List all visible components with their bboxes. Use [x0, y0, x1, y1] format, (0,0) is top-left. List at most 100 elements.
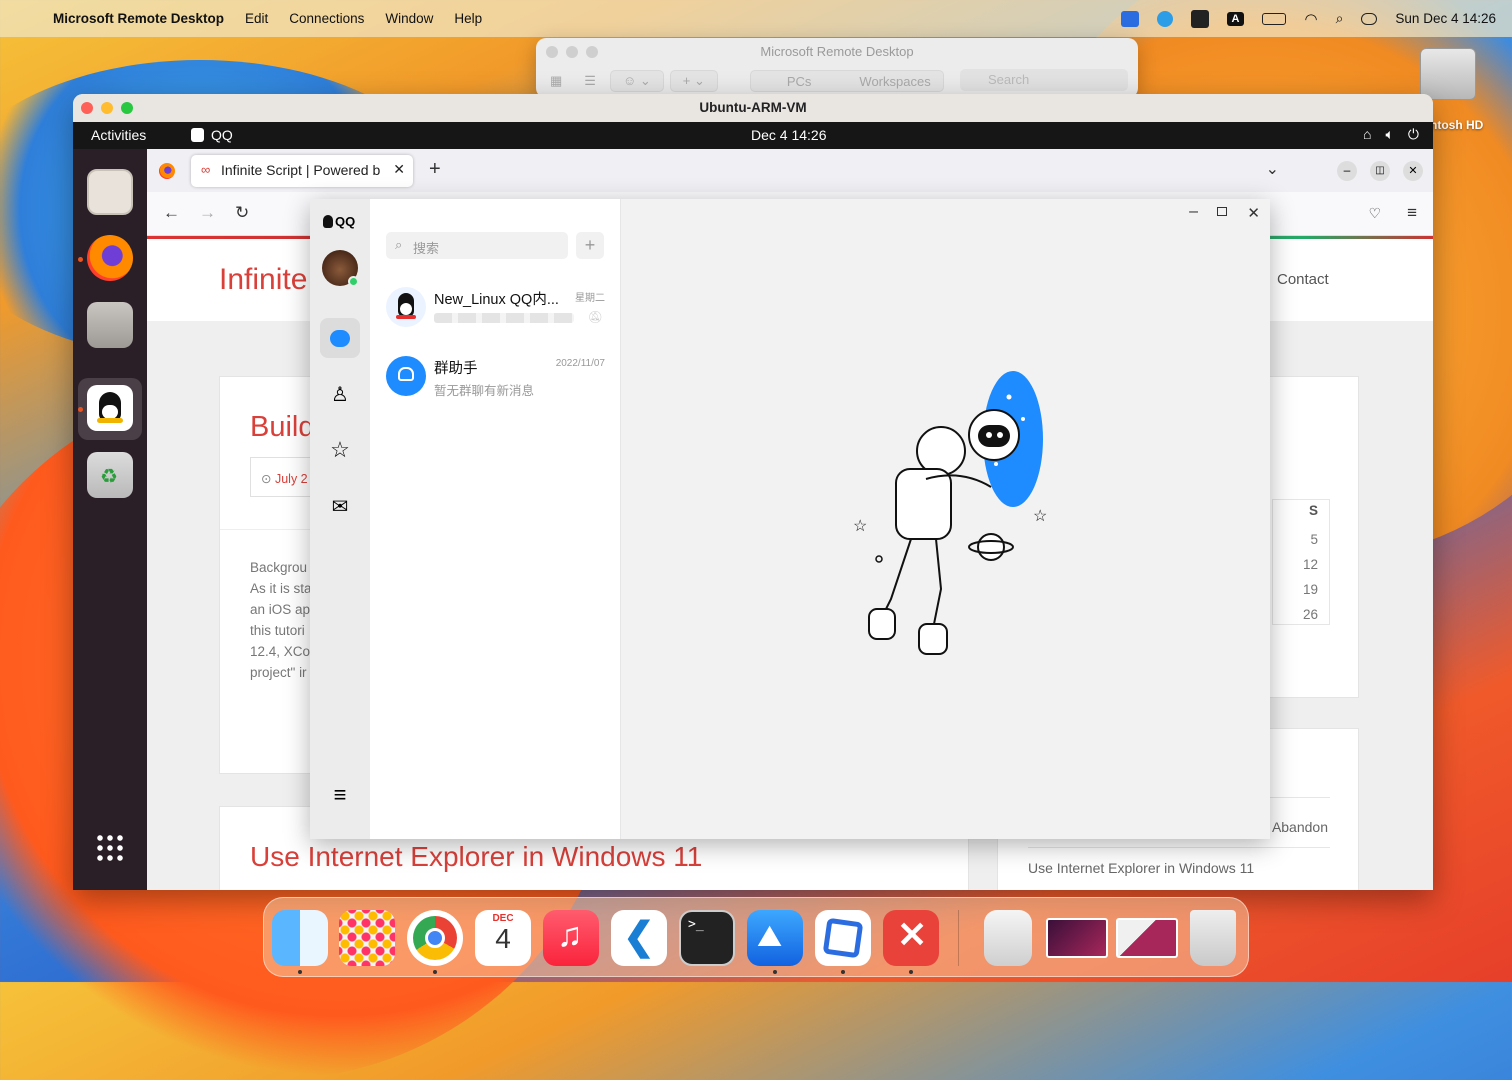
control-center-icon[interactable]: [1361, 12, 1378, 25]
gnome-clock[interactable]: Dec 4 14:26: [751, 127, 827, 143]
qq-maximize-button[interactable]: [1217, 207, 1227, 216]
menu-window[interactable]: Window: [385, 11, 433, 26]
favorites-nav-button[interactable]: ☆: [320, 430, 360, 470]
browser-tab[interactable]: ∞ Infinite Script | Powered b ✕: [191, 155, 413, 187]
finder-icon[interactable]: [272, 910, 328, 966]
window-title: Microsoft Remote Desktop: [760, 44, 914, 59]
vm-close-button[interactable]: [81, 102, 93, 114]
svg-text:☆: ☆: [853, 518, 867, 535]
calendar-icon[interactable]: DEC 4: [475, 910, 531, 966]
firefox-icon[interactable]: [87, 235, 133, 281]
post-excerpt: Backgrou As it is sta an iOS ap this tut…: [250, 557, 312, 683]
new-tab-button[interactable]: +: [429, 158, 441, 181]
ff-close-button[interactable]: ✕: [1403, 161, 1423, 181]
tasks-status-icon[interactable]: [1190, 9, 1209, 28]
tab-list-chevron-icon[interactable]: ⌄: [1266, 159, 1279, 179]
mail-nav-button[interactable]: ✉: [320, 486, 360, 526]
qq-minimize-button[interactable]: –: [1189, 203, 1198, 221]
vscode-icon[interactable]: ❮: [611, 910, 667, 966]
post-title-2[interactable]: Use Internet Explorer in Windows 11: [250, 841, 702, 873]
mac-menu-bar: Microsoft Remote Desktop Edit Connection…: [0, 0, 1512, 37]
document-file-icon[interactable]: [984, 910, 1032, 966]
conversation-name: New_Linux QQ内...: [434, 292, 559, 308]
contact-person-icon: ♙: [331, 383, 349, 406]
qq-main-menu-button[interactable]: ≡: [320, 775, 360, 815]
menu-connections[interactable]: Connections: [289, 11, 364, 26]
tab-workspaces[interactable]: Workspaces: [847, 74, 942, 89]
network-icon[interactable]: ⌂: [1363, 126, 1371, 143]
grid-view-icon[interactable]: ▦: [542, 73, 570, 89]
menu-edit[interactable]: Edit: [245, 11, 268, 26]
settings-dropdown-button[interactable]: ☺ ⌄: [609, 70, 664, 92]
trash-bin-icon[interactable]: [1190, 910, 1236, 966]
wifi-icon[interactable]: ◠: [1304, 10, 1317, 28]
menu-help[interactable]: Help: [454, 11, 482, 26]
spotlight-search-icon[interactable]: ⌕: [1336, 10, 1344, 27]
calendar-day[interactable]: 26: [1303, 602, 1318, 627]
remote-desktop-status-icon[interactable]: [1120, 10, 1139, 27]
messages-nav-button[interactable]: [320, 318, 360, 358]
tab-pcs[interactable]: PCs: [751, 74, 848, 89]
reload-icon[interactable]: ↻: [235, 203, 249, 223]
firefox-view-icon[interactable]: [159, 163, 175, 179]
show-apps-grid-icon[interactable]: [95, 833, 125, 863]
back-arrow-icon[interactable]: ←: [163, 203, 180, 223]
rd-window-thumbnail[interactable]: [1116, 918, 1178, 958]
hard-drive-label[interactable]: ntosh HD: [1430, 118, 1483, 132]
calendar-day[interactable]: 5: [1303, 527, 1318, 552]
menu-clock[interactable]: Sun Dec 4 14:26: [1395, 11, 1496, 26]
vm-zoom-button[interactable]: [121, 102, 133, 114]
hamburger-menu-icon[interactable]: ≡: [1407, 203, 1417, 223]
qq-search-input[interactable]: ⌕ 搜索: [386, 232, 568, 259]
music-icon[interactable]: ♫: [543, 910, 599, 966]
macos-dock: DEC 4 ♫ ❮ >_ ⛰ ✕: [263, 897, 1249, 977]
tab-close-icon[interactable]: ✕: [389, 161, 405, 178]
clock-icon: ⊙: [261, 472, 272, 486]
shield-status-icon[interactable]: [1156, 10, 1173, 27]
list-view-icon[interactable]: ☰: [576, 73, 604, 89]
files-icon[interactable]: [87, 302, 133, 348]
conversation-item[interactable]: New_Linux QQ内... 星期二 🔕︎: [370, 277, 621, 341]
add-dropdown-button[interactable]: + ⌄: [669, 70, 718, 92]
rd-search-input[interactable]: Search: [960, 69, 1128, 91]
volume-icon[interactable]: 🔈︎: [1386, 126, 1394, 143]
workflow-app-icon[interactable]: ⛰: [747, 910, 803, 966]
remote-desktop-icon[interactable]: [815, 910, 871, 966]
trash-icon[interactable]: ♻: [87, 452, 133, 498]
launchpad-icon[interactable]: [339, 910, 395, 966]
post-date[interactable]: July 2: [275, 472, 308, 486]
forward-arrow-icon[interactable]: →: [199, 203, 216, 223]
chrome-icon[interactable]: [407, 910, 463, 966]
excerpt-line: this tutori: [250, 623, 305, 638]
post-title[interactable]: Build: [250, 411, 315, 444]
nav-contact-link[interactable]: Contact: [1277, 271, 1329, 288]
qq-dock-icon[interactable]: [87, 385, 133, 431]
qq-close-button[interactable]: ✕: [1247, 204, 1260, 222]
menu-app-name[interactable]: Microsoft Remote Desktop: [53, 11, 224, 26]
terminal-icon[interactable]: >_: [679, 910, 735, 966]
tab-favicon-icon: ∞: [201, 162, 211, 177]
calendar-day[interactable]: 19: [1303, 577, 1318, 602]
vm-minimize-button[interactable]: [101, 102, 113, 114]
create-plus-button[interactable]: +: [576, 232, 604, 259]
activities-button[interactable]: Activities: [91, 127, 146, 143]
hard-drive-icon[interactable]: [1420, 48, 1476, 100]
app-menu-qq[interactable]: QQ: [191, 127, 233, 143]
conversation-item[interactable]: 群助手 2022/11/07 暂无群聊有新消息: [370, 346, 621, 410]
help-lifebuoy-icon[interactable]: [87, 169, 133, 215]
ff-minimize-button[interactable]: –: [1337, 161, 1357, 181]
vm-window-thumbnail[interactable]: [1046, 918, 1108, 958]
recent-post-link[interactable]: Abandon: [1272, 819, 1328, 835]
battery-icon[interactable]: [1262, 12, 1287, 25]
user-avatar[interactable]: [322, 250, 359, 287]
parallels-app-icon[interactable]: ✕: [883, 910, 939, 966]
recent-post-link[interactable]: Use Internet Explorer in Windows 11: [1028, 860, 1254, 876]
site-title[interactable]: Infinite: [219, 263, 307, 297]
mail-envelope-icon: ✉: [331, 495, 349, 518]
power-icon[interactable]: ⏻: [1408, 126, 1419, 143]
contacts-nav-button[interactable]: ♙: [320, 374, 360, 414]
calendar-day[interactable]: 12: [1303, 552, 1318, 577]
ff-restore-button[interactable]: ◫: [1370, 161, 1390, 181]
pocket-icon[interactable]: ♡: [1368, 205, 1381, 222]
keyboard-input-indicator[interactable]: A: [1226, 11, 1245, 26]
